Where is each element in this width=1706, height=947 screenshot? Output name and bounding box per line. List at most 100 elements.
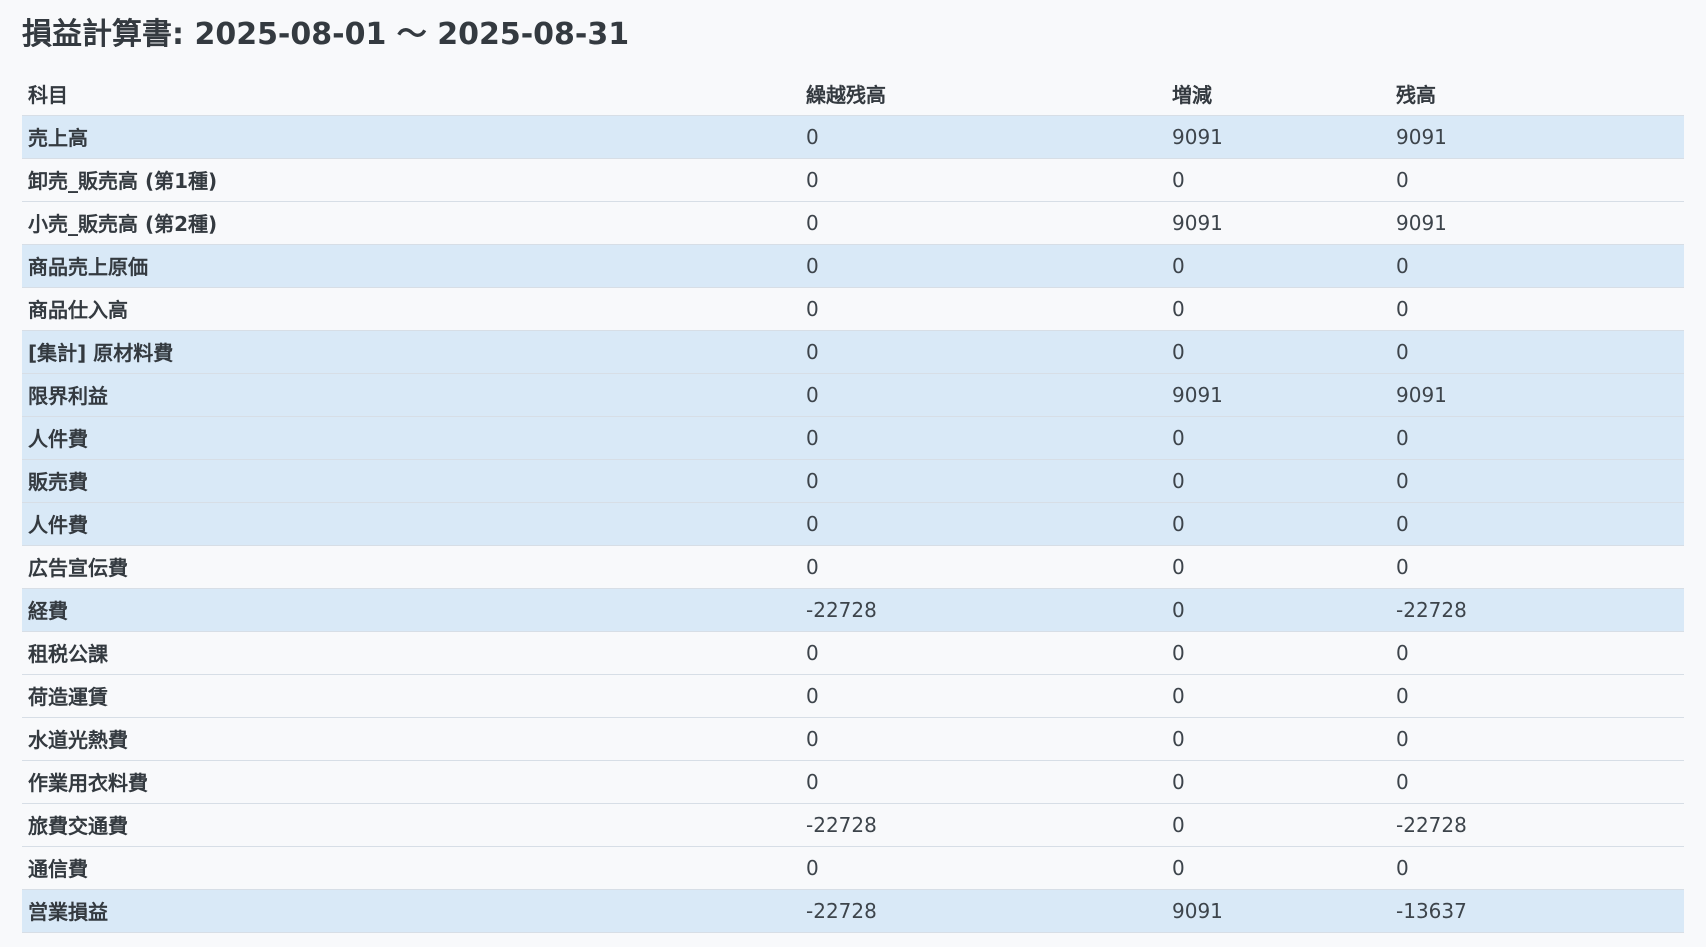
- table-row: 卸売_販売高 (第1種) 0 0 0: [22, 157, 1684, 201]
- balance-cell: 0: [1390, 544, 1684, 588]
- balance-cell: 0: [1390, 716, 1684, 760]
- carried-balance-cell: 0: [800, 458, 1166, 502]
- carried-balance-cell: 0: [800, 716, 1166, 760]
- balance-cell: 0: [1390, 415, 1684, 459]
- page-title: 損益計算書: 2025-08-01 〜 2025-08-31: [22, 17, 630, 52]
- balance-cell: 0: [1390, 501, 1684, 545]
- balance-cell: -22728: [1390, 802, 1684, 846]
- change-cell: 0: [1166, 759, 1390, 803]
- carried-balance-cell: 0: [800, 329, 1166, 373]
- table-header-row: 科目 繰越残高 増減 残高: [22, 73, 1684, 115]
- carried-balance-cell: 0: [800, 630, 1166, 674]
- balance-cell: 0: [1390, 329, 1684, 373]
- account-cell: 商品売上原価: [22, 243, 800, 287]
- change-cell: 9091: [1166, 200, 1390, 244]
- account-cell: 人件費: [22, 415, 800, 459]
- account-cell: 水道光熱費: [22, 716, 800, 760]
- table-row: 広告宣伝費 0 0 0: [22, 544, 1684, 588]
- table-row: 限界利益 0 9091 9091: [22, 372, 1684, 416]
- balance-cell: 9091: [1390, 200, 1684, 244]
- change-cell: 0: [1166, 243, 1390, 287]
- change-cell: 0: [1166, 716, 1390, 760]
- carried-balance-cell: -22728: [800, 587, 1166, 631]
- account-cell: 租税公課: [22, 630, 800, 674]
- table-row: 小売_販売高 (第2種) 0 9091 9091: [22, 200, 1684, 244]
- change-cell: 9091: [1166, 372, 1390, 416]
- table-row: 作業用衣料費 0 0 0: [22, 759, 1684, 803]
- table-row: 水道光熱費 0 0 0: [22, 716, 1684, 760]
- balance-cell: 0: [1390, 243, 1684, 287]
- balance-cell: 0: [1390, 157, 1684, 201]
- table-row: 商品仕入高 0 0 0: [22, 286, 1684, 330]
- balance-cell: 9091: [1390, 114, 1684, 158]
- balance-cell: 0: [1390, 673, 1684, 717]
- change-cell: 0: [1166, 544, 1390, 588]
- table-row: 人件費 0 0 0: [22, 415, 1684, 459]
- change-cell: 0: [1166, 501, 1390, 545]
- change-cell: 0: [1166, 802, 1390, 846]
- income-statement-table: 科目 繰越残高 増減 残高 売上高 0 9091 9091 卸売_販売高 (第1種) 0 0…: [22, 73, 1684, 933]
- table-row: 旅費交通費 -22728 0 -22728: [22, 802, 1684, 846]
- account-cell: 売上高: [22, 114, 800, 158]
- carried-balance-cell: 0: [800, 673, 1166, 717]
- carried-balance-cell: 0: [800, 286, 1166, 330]
- change-cell: 0: [1166, 286, 1390, 330]
- account-cell: 卸売_販売高 (第1種): [22, 157, 800, 201]
- carried-balance-cell: -22728: [800, 888, 1166, 933]
- carried-balance-cell: 0: [800, 501, 1166, 545]
- change-cell: 0: [1166, 587, 1390, 631]
- balance-cell: -22728: [1390, 587, 1684, 631]
- balance-cell: -13637: [1390, 888, 1684, 933]
- change-cell: 0: [1166, 415, 1390, 459]
- column-header-change: 増減: [1172, 83, 1212, 108]
- account-cell: 営業損益: [22, 888, 800, 933]
- table-row: 経費 -22728 0 -22728: [22, 587, 1684, 631]
- change-cell: 9091: [1166, 888, 1390, 933]
- account-cell: 商品仕入高: [22, 286, 800, 330]
- table-row: 人件費 0 0 0: [22, 501, 1684, 545]
- carried-balance-cell: 0: [800, 845, 1166, 889]
- balance-cell: 0: [1390, 759, 1684, 803]
- account-cell: [集計] 原材料費: [22, 329, 800, 373]
- change-cell: 0: [1166, 673, 1390, 717]
- change-cell: 9091: [1166, 114, 1390, 158]
- balance-cell: 9091: [1390, 372, 1684, 416]
- table-row: 販売費 0 0 0: [22, 458, 1684, 502]
- table-row: 商品売上原価 0 0 0: [22, 243, 1684, 287]
- account-cell: 作業用衣料費: [22, 759, 800, 803]
- account-cell: 販売費: [22, 458, 800, 502]
- account-cell: 経費: [22, 587, 800, 631]
- table-row: 営業損益 -22728 9091 -13637: [22, 888, 1684, 933]
- change-cell: 0: [1166, 845, 1390, 889]
- carried-balance-cell: 0: [800, 372, 1166, 416]
- change-cell: 0: [1166, 630, 1390, 674]
- balance-cell: 0: [1390, 630, 1684, 674]
- account-cell: 通信費: [22, 845, 800, 889]
- carried-balance-cell: -22728: [800, 802, 1166, 846]
- column-header-account: 科目: [28, 83, 68, 108]
- change-cell: 0: [1166, 157, 1390, 201]
- account-cell: 広告宣伝費: [22, 544, 800, 588]
- column-header-balance: 残高: [1396, 83, 1436, 108]
- carried-balance-cell: 0: [800, 415, 1166, 459]
- carried-balance-cell: 0: [800, 759, 1166, 803]
- carried-balance-cell: 0: [800, 157, 1166, 201]
- account-cell: 人件費: [22, 501, 800, 545]
- account-cell: 荷造運賃: [22, 673, 800, 717]
- column-header-carried-balance: 繰越残高: [806, 83, 886, 108]
- carried-balance-cell: 0: [800, 200, 1166, 244]
- change-cell: 0: [1166, 329, 1390, 373]
- table-row: 売上高 0 9091 9091: [22, 114, 1684, 158]
- table-row: 租税公課 0 0 0: [22, 630, 1684, 674]
- table-row: 通信費 0 0 0: [22, 845, 1684, 889]
- report-page: 損益計算書: 2025-08-01 〜 2025-08-31 科目 繰越残高 増…: [0, 0, 1706, 947]
- table-row: [集計] 原材料費 0 0 0: [22, 329, 1684, 373]
- balance-cell: 0: [1390, 286, 1684, 330]
- balance-cell: 0: [1390, 458, 1684, 502]
- account-cell: 旅費交通費: [22, 802, 800, 846]
- table-row: 荷造運賃 0 0 0: [22, 673, 1684, 717]
- change-cell: 0: [1166, 458, 1390, 502]
- account-cell: 小売_販売高 (第2種): [22, 200, 800, 244]
- carried-balance-cell: 0: [800, 243, 1166, 287]
- carried-balance-cell: 0: [800, 114, 1166, 158]
